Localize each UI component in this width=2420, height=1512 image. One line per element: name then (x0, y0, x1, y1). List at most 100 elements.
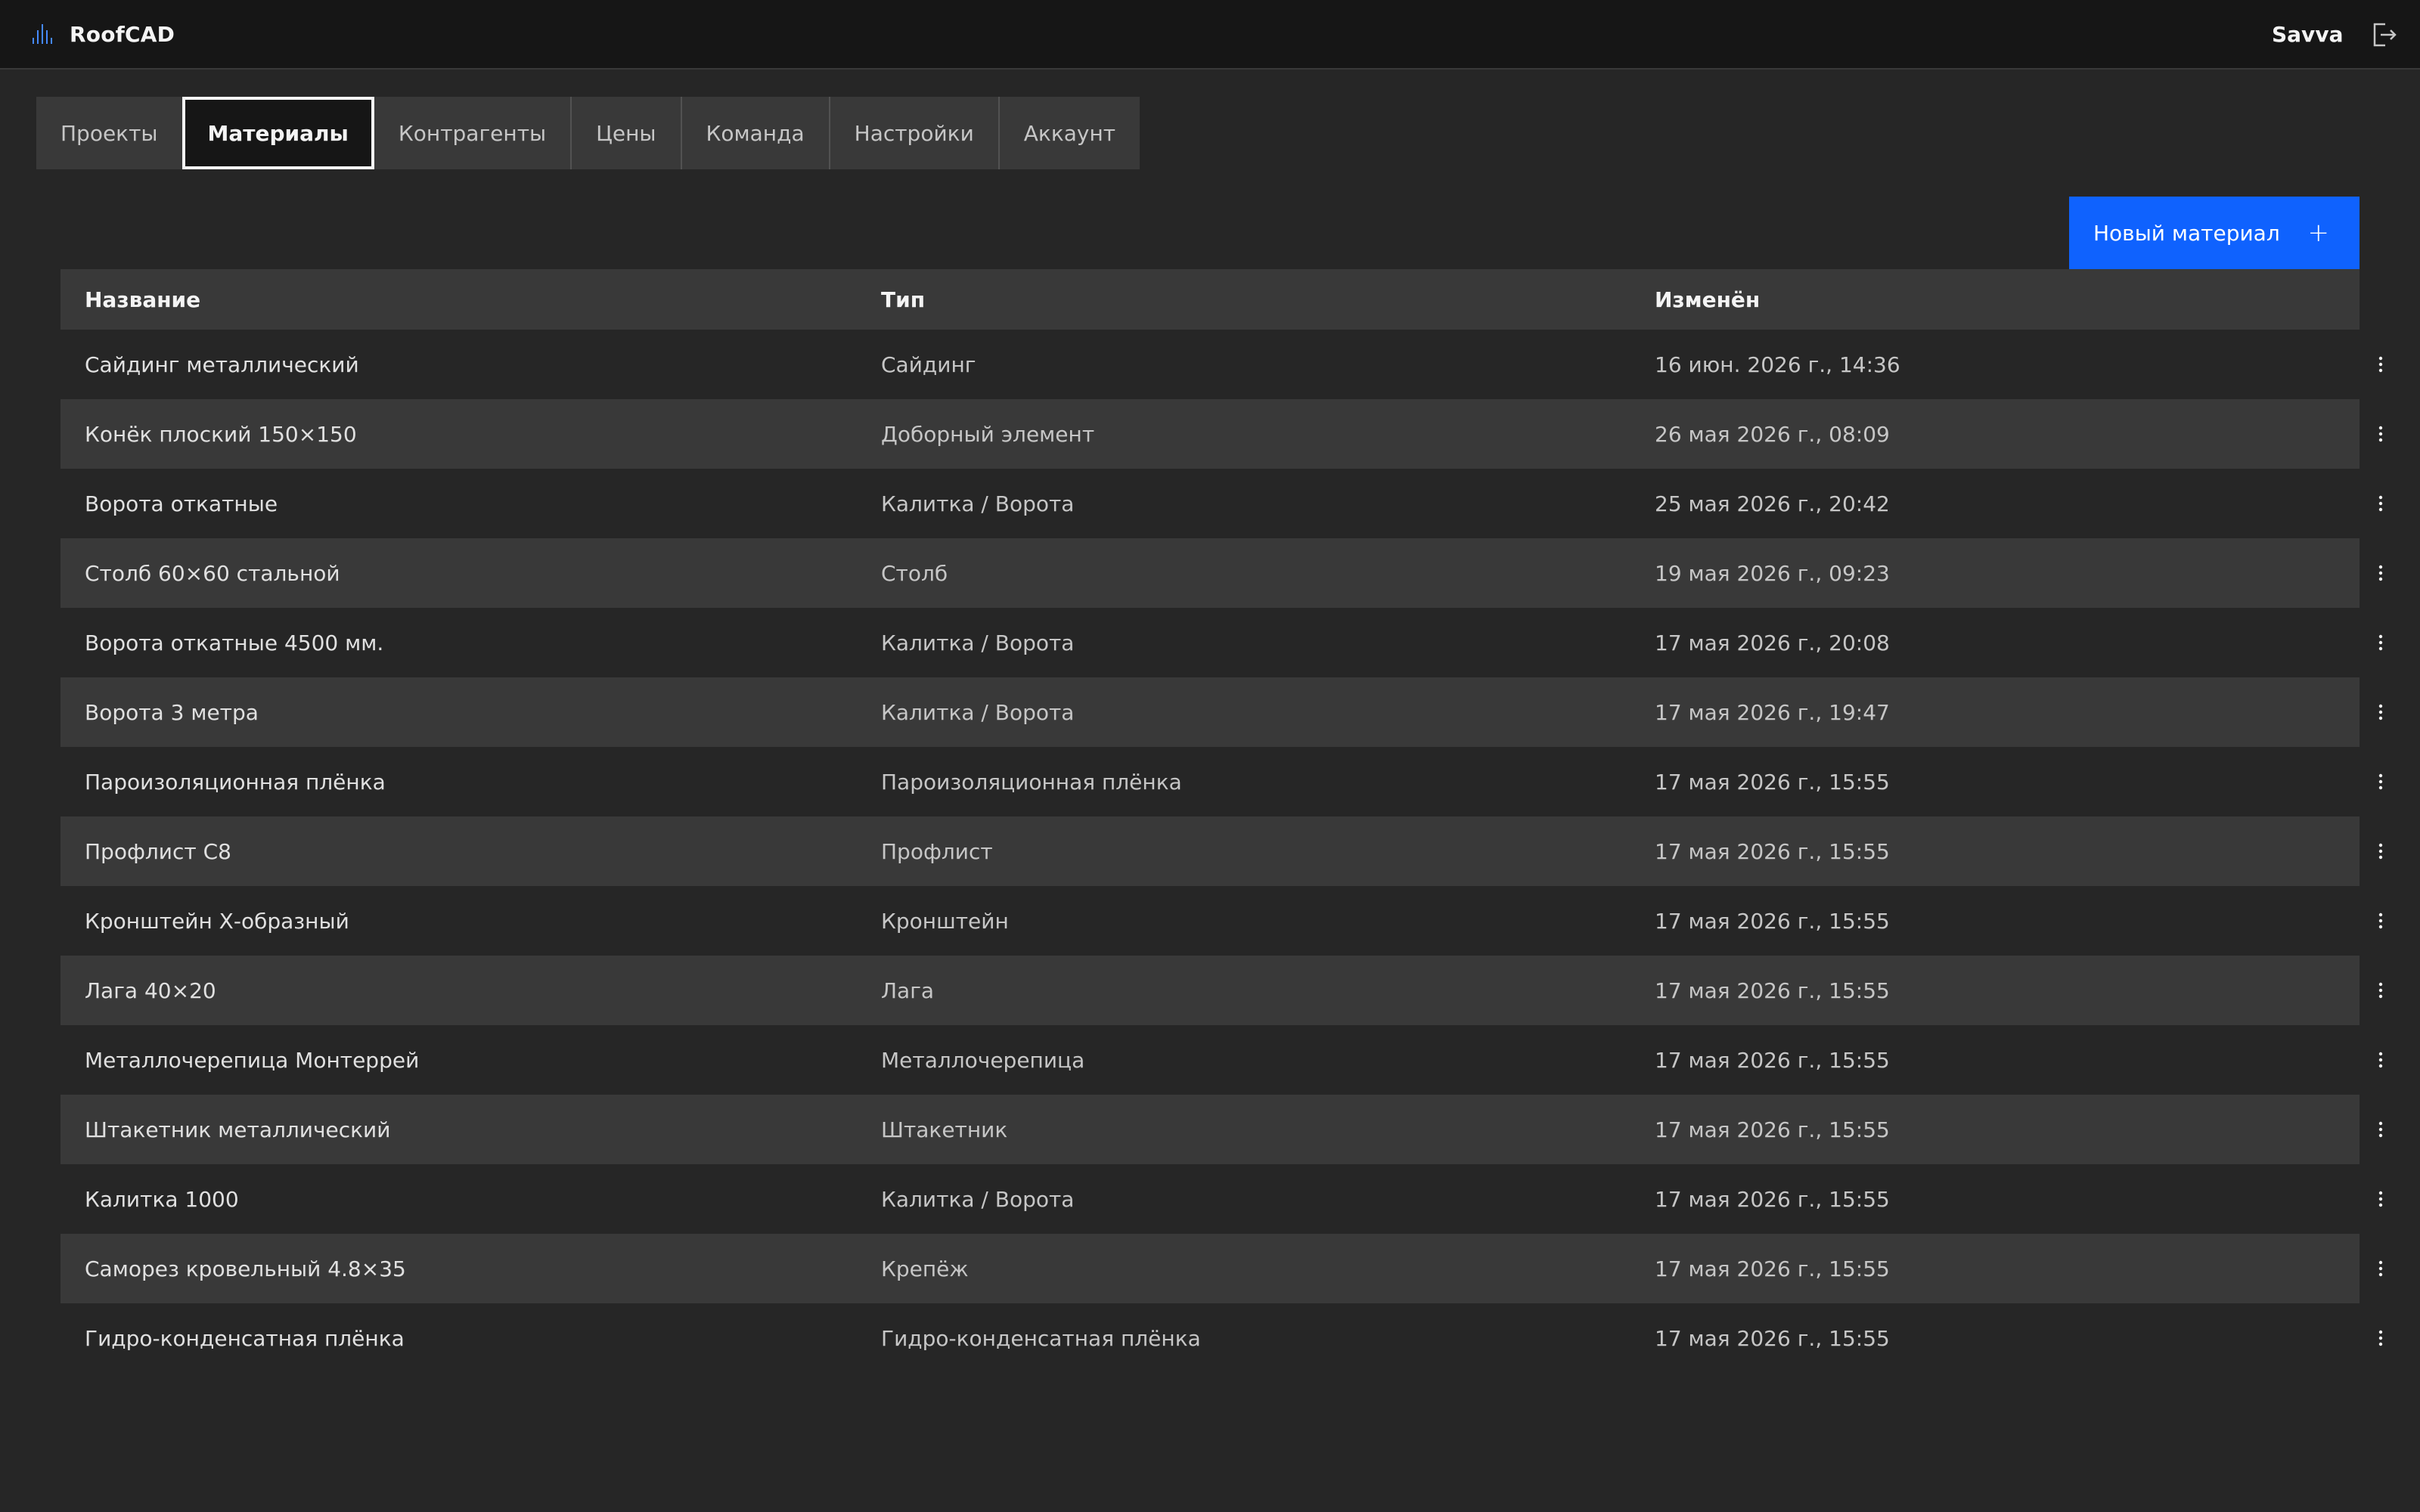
overflow-menu-icon[interactable] (2372, 981, 2390, 999)
cell-modified: 25 мая 2026 г., 20:42 (1655, 491, 1890, 516)
cell-name: Столб 60×60 стальной (85, 560, 340, 586)
tab-label: Контрагенты (398, 120, 547, 146)
cell-type: Штакетник (881, 1117, 1008, 1142)
table-row[interactable]: Лага 40×20 Лага 17 мая 2026 г., 15:55 (60, 956, 2383, 1025)
table-row[interactable]: Сайдинг металлический Сайдинг 16 июн. 20… (60, 330, 2383, 399)
materials-table: Название Тип Изменён Сайдинг металлическ… (60, 269, 2383, 1373)
cell-type: Калитка / Ворота (881, 491, 1075, 516)
cell-name: Профлист С8 (85, 838, 231, 864)
column-header-type[interactable]: Тип (881, 287, 1655, 312)
tab-contractors[interactable]: Контрагенты (374, 97, 571, 169)
cell-type: Калитка / Ворота (881, 1186, 1075, 1212)
cell-name: Ворота откатные 4500 мм. (85, 630, 384, 655)
app-name: RoofCAD (70, 21, 175, 47)
cell-name: Ворота откатные (85, 491, 278, 516)
table-row[interactable]: Металлочерепица Монтеррей Металлочерепиц… (60, 1025, 2383, 1095)
table-row[interactable]: Ворота 3 метра Калитка / Ворота 17 мая 2… (60, 677, 2383, 747)
tab-label: Настройки (854, 120, 974, 146)
cell-modified: 26 мая 2026 г., 08:09 (1655, 421, 1890, 447)
table-row[interactable]: Пароизоляционная плёнка Пароизоляционная… (60, 747, 2383, 816)
cell-modified: 16 июн. 2026 г., 14:36 (1655, 352, 1900, 377)
table-row[interactable]: Саморез кровельный 4.8×35 Крепёж 17 мая … (60, 1234, 2383, 1303)
main-tabs: Проекты Материалы Контрагенты Цены Коман… (36, 97, 1140, 169)
overflow-menu-icon[interactable] (2372, 1190, 2390, 1208)
table-header: Название Тип Изменён (60, 269, 2360, 330)
roof-logo-icon (33, 24, 52, 44)
table-row[interactable]: Ворота откатные Калитка / Ворота 25 мая … (60, 469, 2383, 538)
overflow-menu-icon[interactable] (2372, 425, 2390, 443)
cell-name: Лага 40×20 (85, 978, 216, 1003)
overflow-menu-icon[interactable] (2372, 912, 2390, 930)
table-row[interactable]: Столб 60×60 стальной Столб 19 мая 2026 г… (60, 538, 2383, 608)
cell-type: Пароизоляционная плёнка (881, 769, 1182, 795)
plus-icon: + (2307, 218, 2330, 248)
overflow-menu-icon[interactable] (2372, 703, 2390, 721)
overflow-menu-icon[interactable] (2372, 1051, 2390, 1069)
tab-label: Команда (706, 120, 805, 146)
overflow-menu-icon[interactable] (2372, 1120, 2390, 1139)
cell-name: Гидро-конденсатная плёнка (85, 1325, 405, 1351)
tab-settings[interactable]: Настройки (828, 97, 998, 169)
column-header-name[interactable]: Название (60, 287, 881, 312)
cell-modified: 17 мая 2026 г., 15:55 (1655, 978, 1890, 1003)
cell-type: Лага (881, 978, 935, 1003)
cell-modified: 17 мая 2026 г., 15:55 (1655, 1117, 1890, 1142)
cell-type: Металлочерепица (881, 1047, 1085, 1073)
table-row[interactable]: Ворота откатные 4500 мм. Калитка / Ворот… (60, 608, 2383, 677)
cell-type: Доборный элемент (881, 421, 1095, 447)
overflow-menu-icon[interactable] (2372, 634, 2390, 652)
overflow-menu-icon[interactable] (2372, 494, 2390, 513)
cell-type: Гидро-конденсатная плёнка (881, 1325, 1201, 1351)
tab-label: Аккаунт (1023, 120, 1116, 146)
cell-name: Конёк плоский 150×150 (85, 421, 357, 447)
overflow-menu-icon[interactable] (2372, 1259, 2390, 1278)
user-name[interactable]: Savva (2272, 0, 2343, 70)
table-row[interactable]: Калитка 1000 Калитка / Ворота 17 мая 202… (60, 1164, 2383, 1234)
table-row[interactable]: Кронштейн Х-образный Кронштейн 17 мая 20… (60, 886, 2383, 956)
cell-name: Ворота 3 метра (85, 699, 259, 725)
tab-team[interactable]: Команда (680, 97, 829, 169)
table-row[interactable]: Конёк плоский 150×150 Доборный элемент 2… (60, 399, 2383, 469)
cell-name: Саморез кровельный 4.8×35 (85, 1256, 406, 1281)
cell-modified: 17 мая 2026 г., 15:55 (1655, 908, 1890, 934)
overflow-menu-icon[interactable] (2372, 773, 2390, 791)
tab-prices[interactable]: Цены (570, 97, 681, 169)
overflow-menu-icon[interactable] (2372, 842, 2390, 860)
cell-name: Калитка 1000 (85, 1186, 239, 1212)
tab-label: Проекты (60, 120, 158, 146)
cell-name: Кронштейн Х-образный (85, 908, 349, 934)
cell-modified: 17 мая 2026 г., 15:55 (1655, 1047, 1890, 1073)
table-row[interactable]: Гидро-конденсатная плёнка Гидро-конденса… (60, 1303, 2383, 1373)
app-header: RoofCAD Savva (0, 0, 2420, 70)
logout-icon[interactable] (2370, 21, 2397, 48)
overflow-menu-icon[interactable] (2372, 1329, 2390, 1347)
tab-materials[interactable]: Материалы (182, 97, 374, 169)
cell-type: Профлист (881, 838, 993, 864)
tab-projects[interactable]: Проекты (36, 97, 182, 169)
column-header-modified[interactable]: Изменён (1655, 287, 2260, 312)
cell-type: Столб (881, 560, 948, 586)
overflow-menu-icon[interactable] (2372, 564, 2390, 582)
cell-type: Калитка / Ворота (881, 699, 1075, 725)
cell-modified: 17 мая 2026 г., 15:55 (1655, 1186, 1890, 1212)
tab-account[interactable]: Аккаунт (997, 97, 1140, 169)
cell-modified: 17 мая 2026 г., 15:55 (1655, 838, 1890, 864)
new-material-button[interactable]: Новый материал + (2069, 197, 2360, 269)
cell-modified: 17 мая 2026 г., 15:55 (1655, 1256, 1890, 1281)
cell-type: Крепёж (881, 1256, 969, 1281)
cell-type: Сайдинг (881, 352, 976, 377)
overflow-menu-icon[interactable] (2372, 355, 2390, 373)
brand[interactable]: RoofCAD (30, 22, 175, 47)
table-row[interactable]: Штакетник металлический Штакетник 17 мая… (60, 1095, 2383, 1164)
cell-modified: 17 мая 2026 г., 19:47 (1655, 699, 1890, 725)
cell-modified: 19 мая 2026 г., 09:23 (1655, 560, 1890, 586)
table-row[interactable]: Профлист С8 Профлист 17 мая 2026 г., 15:… (60, 816, 2383, 886)
cell-type: Калитка / Ворота (881, 630, 1075, 655)
tab-label: Цены (596, 120, 656, 146)
cell-name: Пароизоляционная плёнка (85, 769, 386, 795)
cell-name: Штакетник металлический (85, 1117, 391, 1142)
cell-name: Металлочерепица Монтеррей (85, 1047, 420, 1073)
new-material-label: Новый материал (2093, 220, 2280, 246)
cell-modified: 17 мая 2026 г., 20:08 (1655, 630, 1890, 655)
tab-label: Материалы (207, 120, 349, 146)
